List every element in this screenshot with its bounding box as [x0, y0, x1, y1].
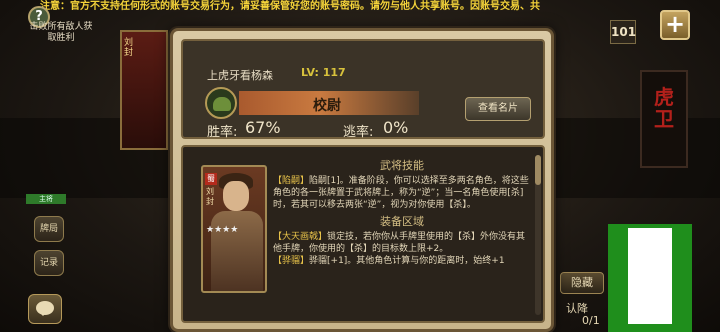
rank-bar: 校尉	[239, 91, 419, 115]
player-info-dialog: 上虎牙看杨森 LV: 117 校尉 查看名片 胜率: 67% 逃率: 0% 蜀 …	[170, 28, 554, 332]
record-button[interactable]: 记录	[34, 250, 64, 276]
add-button[interactable]: +	[660, 10, 690, 40]
win-rate-value: 67%	[245, 118, 281, 137]
skills-title: 武将技能	[380, 159, 424, 172]
hide-button[interactable]: 隐藏	[560, 272, 604, 294]
game-rounds-button[interactable]: 牌局	[34, 216, 64, 242]
scroll-thumb[interactable]	[535, 155, 541, 185]
flee-rate-value: 0%	[383, 118, 409, 137]
equipment-body: 骅骝[+1]。其他角色计算与你的距离时，始终+1	[309, 256, 505, 266]
profile-panel: 上虎牙看杨森 LV: 117 校尉 查看名片 胜率: 67% 逃率: 0%	[181, 39, 545, 140]
status-badge: 主将	[26, 194, 66, 204]
equipment-tag: 【大天画戟】	[273, 232, 328, 242]
rank-title: 校尉	[313, 98, 341, 114]
hero-face	[223, 181, 249, 211]
round-counter: 0/1	[582, 314, 600, 327]
hero-detail-panel: 蜀 刘封 ★★★★ 武将技能 【陷嗣】陷嗣[1]。准备阶段，你可以选择至多两名角…	[181, 145, 545, 323]
equipment-description: 【骅骝】骅骝[+1]。其他角色计算与你的距离时，始终+1	[273, 255, 531, 267]
kingdom-badge: 蜀	[205, 173, 217, 185]
player-portrait	[628, 228, 672, 324]
seal-emblem: 虎卫	[640, 70, 688, 168]
view-card-button[interactable]: 查看名片	[465, 97, 531, 121]
deck-counter: 101	[610, 20, 636, 44]
player-panel	[608, 224, 692, 332]
chat-bubble-icon	[36, 301, 54, 316]
player-hero-card[interactable]: 刘封	[120, 30, 168, 150]
player-hero-name: 刘封	[124, 38, 134, 58]
player-name: 上虎牙看杨森	[207, 69, 273, 82]
flee-rate-label: 逃率:	[343, 125, 374, 140]
skill-list[interactable]: 武将技能 【陷嗣】陷嗣[1]。准备阶段，你可以选择至多两名角色，将这些角色的各一…	[273, 155, 531, 315]
skill-description: 【陷嗣】陷嗣[1]。准备阶段，你可以选择至多两名角色，将这些角色的各一张牌置于武…	[273, 175, 531, 211]
helmet-icon	[213, 97, 231, 111]
hero-stars: ★★★★	[206, 225, 238, 235]
equipment-description: 【大天画戟】锁定技，若你你从手牌里使用的【杀】外你没有其他手牌，你使用的【杀】的…	[273, 231, 531, 255]
task-objective: 击败所有敌人获取胜利	[29, 22, 93, 43]
scrollbar[interactable]	[535, 155, 541, 315]
equipment-tag: 【骅骝】	[273, 256, 310, 266]
hero-name: 刘封	[206, 187, 214, 206]
hero-armor	[211, 211, 263, 291]
notice-marquee: 注意：官方不支持任何形式的账号交易行为，请妥善保管好您的账号密码。请勿与他人共享…	[40, 1, 540, 12]
player-level: LV: 117	[301, 66, 346, 79]
chat-button[interactable]	[28, 294, 62, 324]
skill-tag: 【陷嗣】	[273, 176, 310, 186]
win-rate-label: 胜率:	[207, 125, 238, 140]
rank-avatar	[205, 87, 237, 119]
seal-text: 虎卫	[654, 85, 674, 131]
equipment-title: 装备区域	[380, 215, 424, 228]
skill-body: 陷嗣[1]。准备阶段，你可以选择至多两名角色，将这些角色的各一张牌置于武将牌上，…	[273, 176, 529, 210]
hero-portrait-card: 蜀 刘封 ★★★★	[201, 165, 267, 293]
